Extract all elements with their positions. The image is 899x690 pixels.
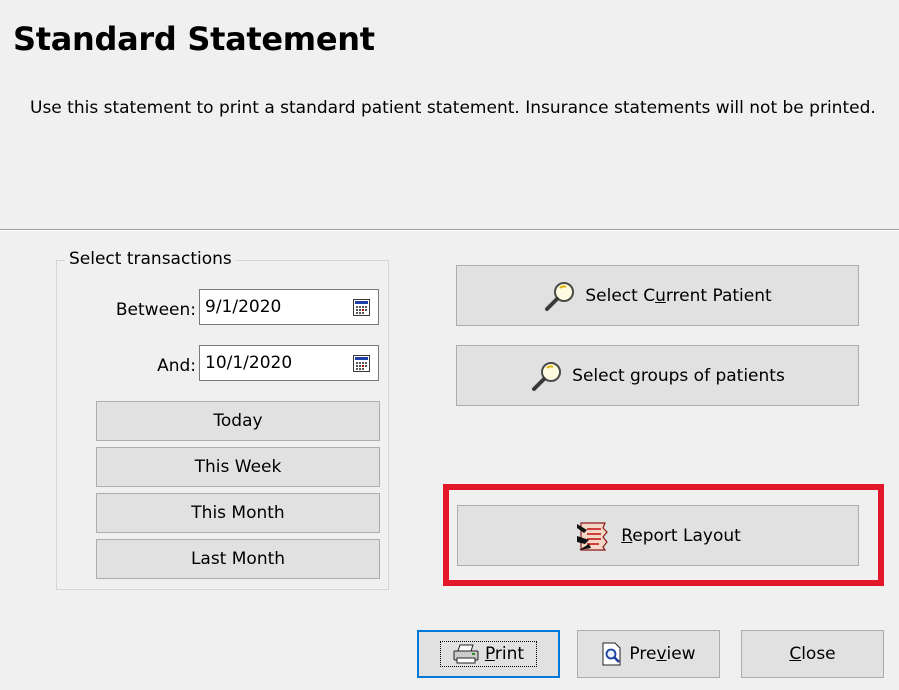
page-description: Use this statement to print a standard p… [30,98,876,118]
magnifier-icon [543,279,577,313]
between-date-field[interactable]: 9/1/2020 [199,289,379,325]
today-button[interactable]: Today [96,401,380,441]
calendar-icon[interactable] [353,299,370,316]
transactions-group-label: Select transactions [65,249,236,269]
this-month-button[interactable]: This Month [96,493,380,533]
page-title: Standard Statement [13,20,375,58]
this-week-button[interactable]: This Week [96,447,380,487]
select-current-patient-button[interactable]: Select Current Patient [456,265,859,326]
select-groups-of-patients-button[interactable]: Select groups of patients [456,345,859,406]
separator [0,229,899,231]
report-layout-icon [575,520,613,552]
and-date-value: 10/1/2020 [205,353,293,373]
report-layout-label: Report Layout [621,525,741,546]
magnifier-icon [530,359,564,393]
select-current-patient-label: Select Current Patient [585,285,772,306]
and-label: And: [157,356,196,376]
print-label: Print [484,644,525,664]
printer-icon [453,644,479,664]
and-date-field[interactable]: 10/1/2020 [199,345,379,381]
last-month-button[interactable]: Last Month [96,539,380,579]
close-label: Close [789,644,836,664]
preview-label: Preview [629,644,696,664]
print-button[interactable]: Print [417,630,560,678]
report-layout-button[interactable]: Report Layout [457,505,859,566]
calendar-icon[interactable] [353,355,370,372]
preview-button[interactable]: Preview [577,630,720,678]
preview-icon [601,642,623,666]
select-groups-label: Select groups of patients [572,365,785,386]
between-label: Between: [115,300,196,320]
between-date-value: 9/1/2020 [205,297,282,317]
close-button[interactable]: Close [741,630,884,678]
